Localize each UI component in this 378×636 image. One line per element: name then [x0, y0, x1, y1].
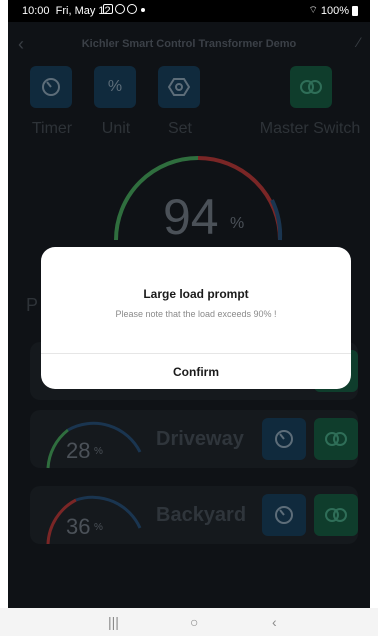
- home-icon[interactable]: ○: [190, 614, 198, 630]
- zone-name: Driveway: [156, 428, 244, 450]
- status-right: ⌔ 100%: [308, 4, 358, 17]
- recent-apps-icon[interactable]: |||: [108, 614, 119, 630]
- status-time: 10:00 Fri, May 12: [22, 5, 111, 17]
- battery-icon: [352, 5, 358, 16]
- zone-name: Backyard: [156, 504, 247, 526]
- zone-gauge: [46, 495, 142, 545]
- zone-load-value: 28: [66, 438, 91, 463]
- zone-gauge: [46, 421, 142, 469]
- confirm-button[interactable]: Confirm: [41, 354, 351, 389]
- set-button[interactable]: [158, 66, 200, 108]
- dialog-message: Please note that the load exceeds 90% !: [115, 309, 277, 319]
- notification-icon: [127, 4, 137, 14]
- status-bar: 10:00 Fri, May 12 ⌔ 100%: [8, 0, 370, 22]
- timer-icon: [275, 506, 293, 524]
- master-switch-button[interactable]: [290, 66, 332, 108]
- notification-dot-icon: [141, 8, 145, 12]
- system-nav-bar: ||| ○ ‹: [0, 608, 378, 636]
- zone-load-value: 36: [66, 514, 91, 539]
- timer-icon: [275, 430, 293, 448]
- section-label: P: [26, 295, 39, 315]
- unit-label: Unit: [101, 120, 131, 137]
- notification-icon: [103, 4, 113, 14]
- zone-switch-button[interactable]: [314, 494, 358, 536]
- app-screen: 10:00 Fri, May 12 ⌔ 100% ‹ Kichler Smart…: [8, 0, 370, 636]
- edit-icon[interactable]: ⁄: [358, 34, 360, 50]
- gauge-unit: %: [230, 215, 245, 232]
- zone-load-unit: %: [94, 522, 103, 533]
- percent-icon: %: [107, 78, 123, 95]
- app-header: ‹ Kichler Smart Control Transformer Demo…: [8, 22, 370, 66]
- toggle-icon: [325, 432, 347, 446]
- dialog-title: Large load prompt: [143, 287, 249, 301]
- toggle-icon: [300, 80, 322, 94]
- back-nav-icon[interactable]: ‹: [272, 614, 277, 630]
- set-label: Set: [167, 120, 192, 137]
- battery-percent: 100%: [320, 4, 349, 17]
- wifi-icon: ⌔: [308, 5, 318, 16]
- zone-timer-button[interactable]: [262, 418, 306, 460]
- zone-card-backyard[interactable]: 36 % Backyard: [30, 486, 358, 545]
- unit-button[interactable]: %: [94, 66, 136, 108]
- zone-timer-button[interactable]: [262, 494, 306, 536]
- master-switch-label: Master Switch: [259, 120, 361, 137]
- page-title: Kichler Smart Control Transformer Demo: [81, 38, 297, 50]
- large-load-dialog: Large load prompt Please note that the l…: [41, 247, 351, 389]
- timer-button[interactable]: [30, 66, 72, 108]
- notification-icons: [103, 4, 145, 14]
- timer-icon: [42, 78, 60, 96]
- timer-label: Timer: [31, 120, 73, 137]
- zone-load-unit: %: [94, 446, 103, 457]
- zone-card-driveway[interactable]: 28 % Driveway: [30, 410, 358, 469]
- zone-switch-button[interactable]: [314, 418, 358, 460]
- hexagon-settings-icon: [168, 78, 190, 96]
- gauge-value: 94: [163, 189, 219, 245]
- notification-icon: [115, 4, 125, 14]
- toggle-icon: [325, 508, 347, 522]
